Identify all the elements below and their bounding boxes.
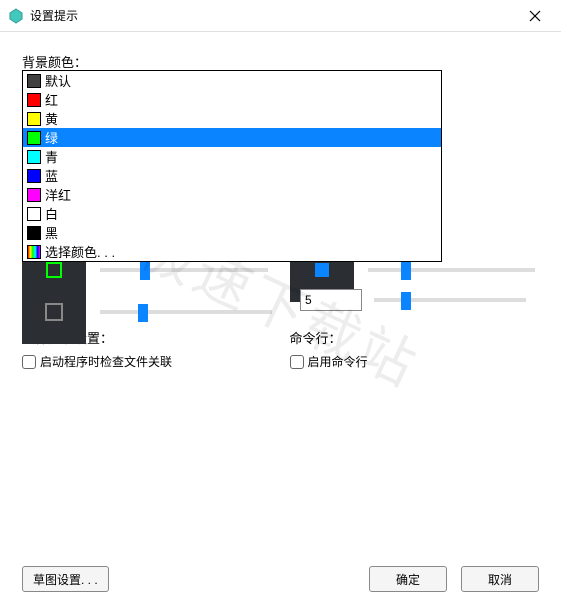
color-name: 默认: [45, 71, 71, 90]
draft-settings-button[interactable]: 草图设置. . .: [22, 566, 109, 592]
cmdline-label: 命令行：: [290, 328, 540, 347]
crosshair-preview: [22, 280, 86, 344]
color-name: 黄: [45, 109, 58, 128]
color-swatch: [27, 169, 41, 183]
crosshair-value-input[interactable]: [300, 289, 362, 311]
close-button[interactable]: [517, 2, 553, 30]
ok-button[interactable]: 确定: [369, 566, 447, 592]
file-assoc-checkbox-label: 启动程序时检查文件关联: [40, 353, 172, 370]
app-icon: [8, 8, 24, 24]
color-name: 洋红: [45, 185, 71, 204]
color-option[interactable]: 蓝: [23, 166, 441, 185]
color-name: 青: [45, 147, 58, 166]
color-option[interactable]: 白: [23, 204, 441, 223]
color-name: 蓝: [45, 166, 58, 185]
color-option[interactable]: 选择颜色. . .: [23, 242, 441, 261]
color-swatch: [27, 245, 41, 259]
color-name: 黑: [45, 223, 58, 242]
titlebar: 设置提示: [0, 0, 561, 32]
color-option[interactable]: 红: [23, 90, 441, 109]
color-swatch: [27, 74, 41, 88]
window-title: 设置提示: [30, 7, 517, 24]
autosnap-slider[interactable]: [100, 268, 268, 272]
file-assoc-checkbox[interactable]: [22, 355, 36, 369]
color-swatch: [27, 93, 41, 107]
color-swatch: [27, 188, 41, 202]
crosshair-square-icon: [45, 303, 63, 321]
color-option[interactable]: 默认: [23, 71, 441, 90]
color-swatch: [27, 112, 41, 126]
color-swatch: [27, 207, 41, 221]
autosnap-square-icon: [46, 262, 62, 278]
cmdline-checkbox-label: 启用命令行: [308, 353, 368, 370]
grip-square-icon: [315, 263, 329, 277]
color-option[interactable]: 洋红: [23, 185, 441, 204]
color-name: 绿: [45, 128, 58, 147]
color-swatch: [27, 150, 41, 164]
crosshair-slider[interactable]: [100, 310, 272, 314]
color-option[interactable]: 绿: [23, 128, 441, 147]
bg-color-dropdown[interactable]: 默认红黄绿青蓝洋红白黑选择颜色. . .: [22, 70, 442, 262]
color-swatch: [27, 131, 41, 145]
color-name: 选择颜色. . .: [45, 242, 115, 261]
crosshair-slider-2[interactable]: [374, 298, 526, 302]
color-name: 白: [45, 204, 58, 223]
grip-slider[interactable]: [368, 268, 536, 272]
color-swatch: [27, 226, 41, 240]
cmdline-checkbox[interactable]: [290, 355, 304, 369]
color-option[interactable]: 黑: [23, 223, 441, 242]
cancel-button[interactable]: 取消: [461, 566, 539, 592]
color-name: 红: [45, 90, 58, 109]
color-option[interactable]: 黄: [23, 109, 441, 128]
color-option[interactable]: 青: [23, 147, 441, 166]
bg-color-label: 背景颜色：: [22, 52, 539, 71]
